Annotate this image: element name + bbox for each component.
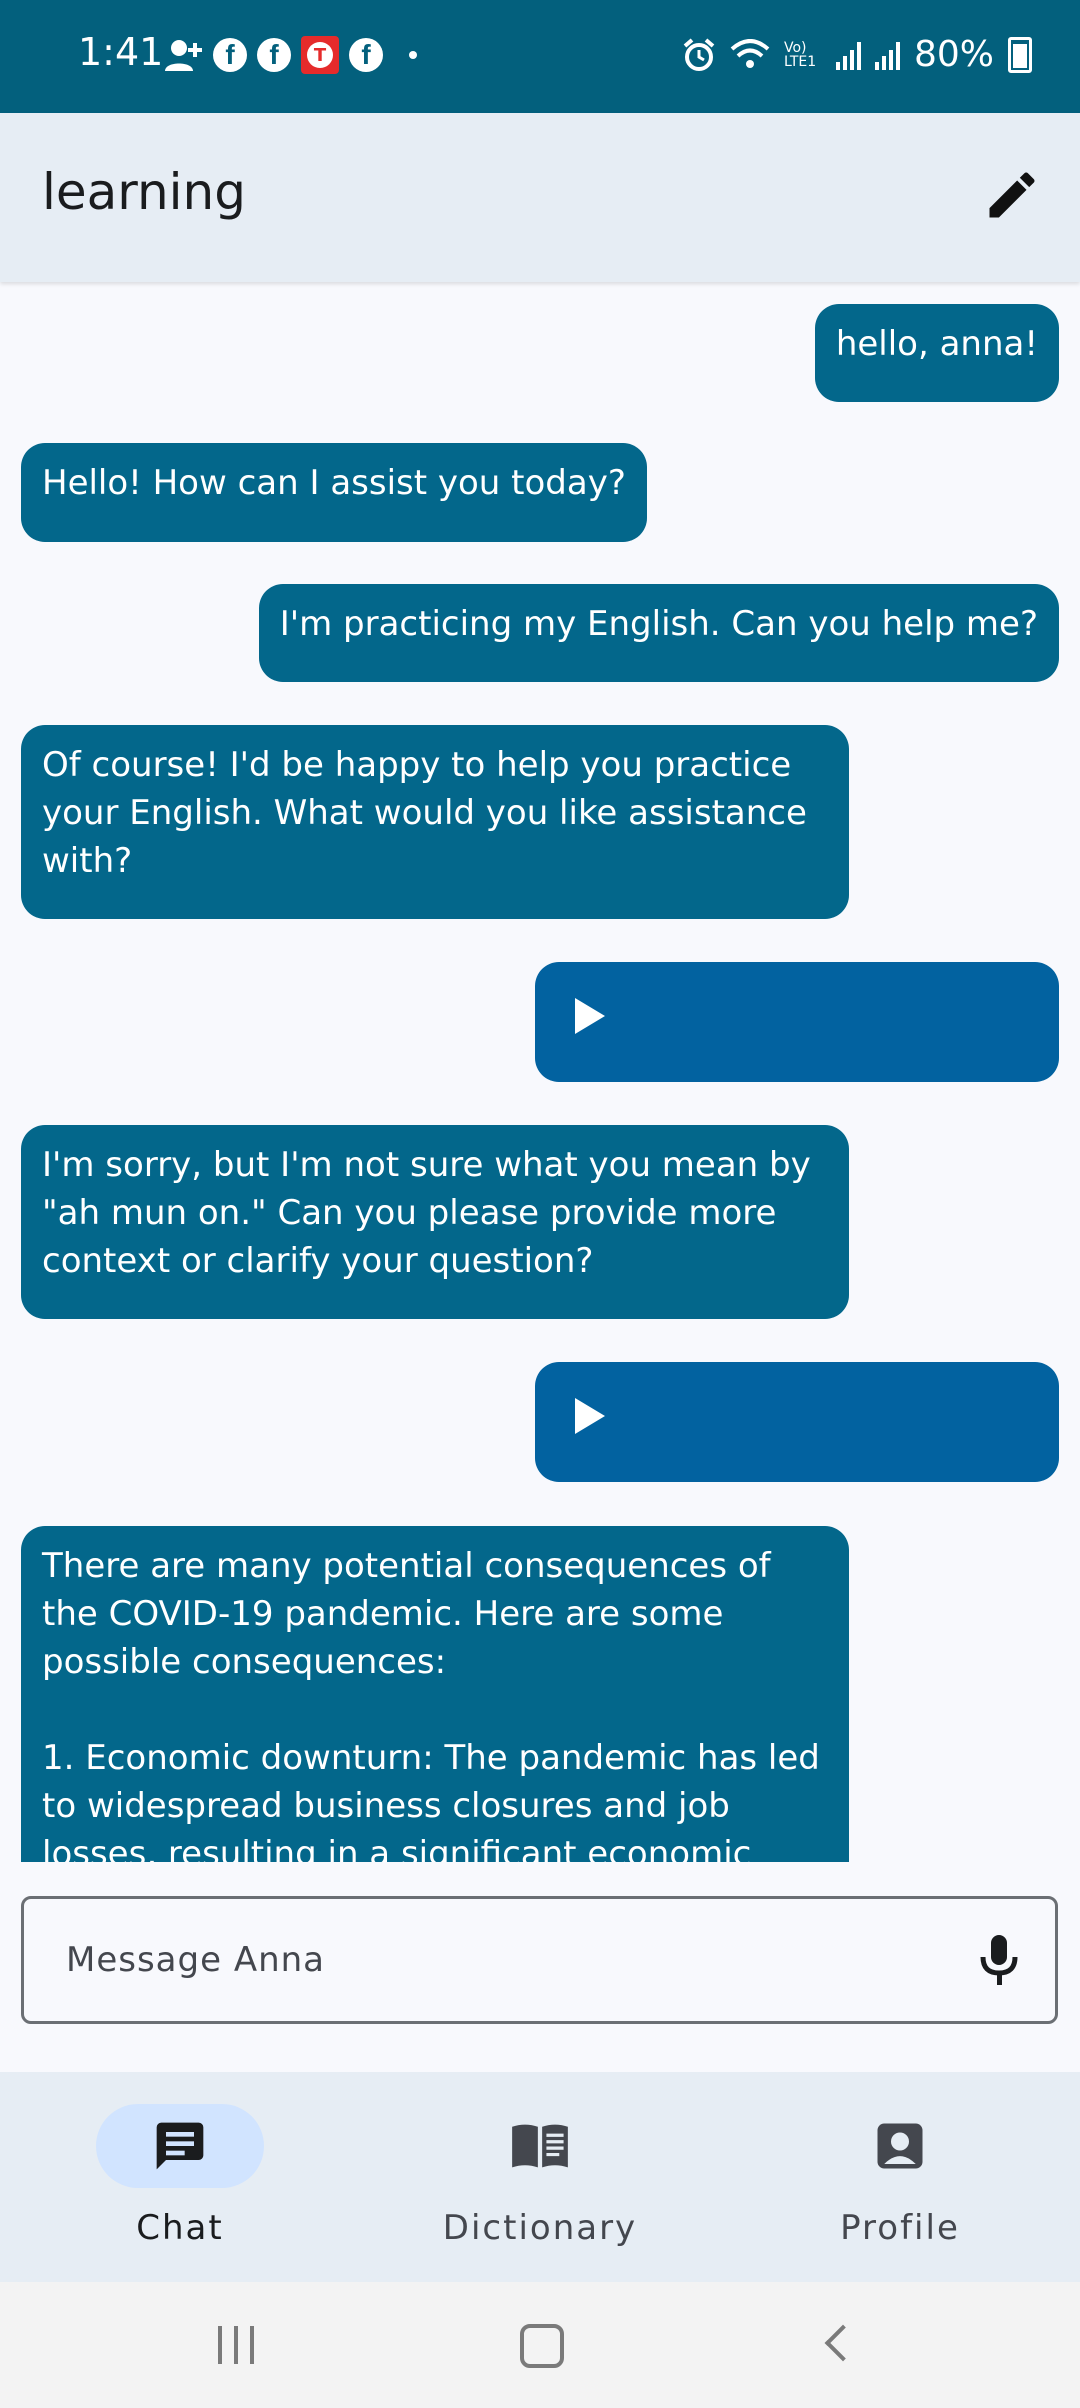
facebook-icon: f — [257, 38, 291, 72]
alarm-icon — [683, 37, 715, 71]
chat-title: learning — [42, 163, 246, 221]
app-t-icon: T — [301, 36, 339, 74]
signal-icon — [835, 40, 861, 70]
nav-label: Profile — [840, 2208, 960, 2248]
message-input[interactable] — [64, 1929, 948, 1991]
app-bar: learning — [0, 113, 1080, 282]
nav-label: Chat — [136, 2208, 224, 2248]
book-icon — [512, 2124, 568, 2168]
user-audio-message[interactable] — [535, 1362, 1059, 1482]
assistant-message[interactable]: There are many potential consequences of… — [21, 1526, 849, 1862]
add-contact-icon — [165, 40, 202, 71]
home-icon[interactable] — [520, 2324, 564, 2368]
user-audio-message[interactable] — [535, 962, 1059, 1082]
assistant-message[interactable]: I'm sorry, but I'm not sure what you mea… — [21, 1125, 849, 1319]
play-icon[interactable] — [575, 1398, 605, 1434]
play-icon[interactable] — [575, 998, 605, 1034]
bottom-navigation: Chat Dictionary Profile — [0, 2072, 1080, 2282]
more-notifications-dot — [409, 51, 417, 59]
signal-icon — [874, 40, 900, 70]
user-message[interactable]: hello, anna! — [814, 304, 1059, 402]
nav-active-indicator — [96, 2104, 264, 2188]
message-input-box[interactable] — [21, 1896, 1058, 2024]
edit-icon[interactable] — [982, 165, 1042, 225]
facebook-icon: f — [213, 38, 247, 72]
profile-icon — [877, 2123, 923, 2169]
user-message[interactable]: I'm practicing my English. Can you help … — [258, 584, 1059, 682]
system-status-icons: Vo) LTE1 80% — [682, 34, 1032, 75]
chat-icon — [156, 2122, 204, 2170]
nav-label: Dictionary — [442, 2208, 638, 2248]
wifi-icon — [730, 38, 770, 68]
battery-percent: 80% — [913, 34, 994, 75]
back-icon[interactable] — [824, 2324, 862, 2362]
assistant-message[interactable]: Of course! I'd be happy to help you prac… — [21, 725, 849, 919]
microphone-icon[interactable] — [979, 1933, 1019, 1989]
nav-item-dictionary[interactable]: Dictionary — [390, 2104, 690, 2254]
battery-icon — [1008, 36, 1032, 73]
nav-item-profile[interactable]: Profile — [750, 2104, 1050, 2254]
status-bar: 1:41 f f T f Vo) LTE1 80% — [0, 0, 1080, 113]
assistant-message[interactable]: Hello! How can I assist you today? — [21, 443, 647, 542]
network-type: Vo) LTE1 — [783, 39, 817, 70]
notification-icons: f f T f — [163, 36, 417, 74]
nav-item-chat[interactable]: Chat — [30, 2104, 330, 2254]
recent-apps-icon[interactable] — [218, 2326, 254, 2364]
system-navigation-bar — [0, 2282, 1080, 2408]
chat-messages[interactable]: hello, anna! Hello! How can I assist you… — [0, 284, 1080, 1862]
facebook-icon: f — [349, 38, 383, 72]
status-time: 1:41 — [78, 30, 164, 74]
